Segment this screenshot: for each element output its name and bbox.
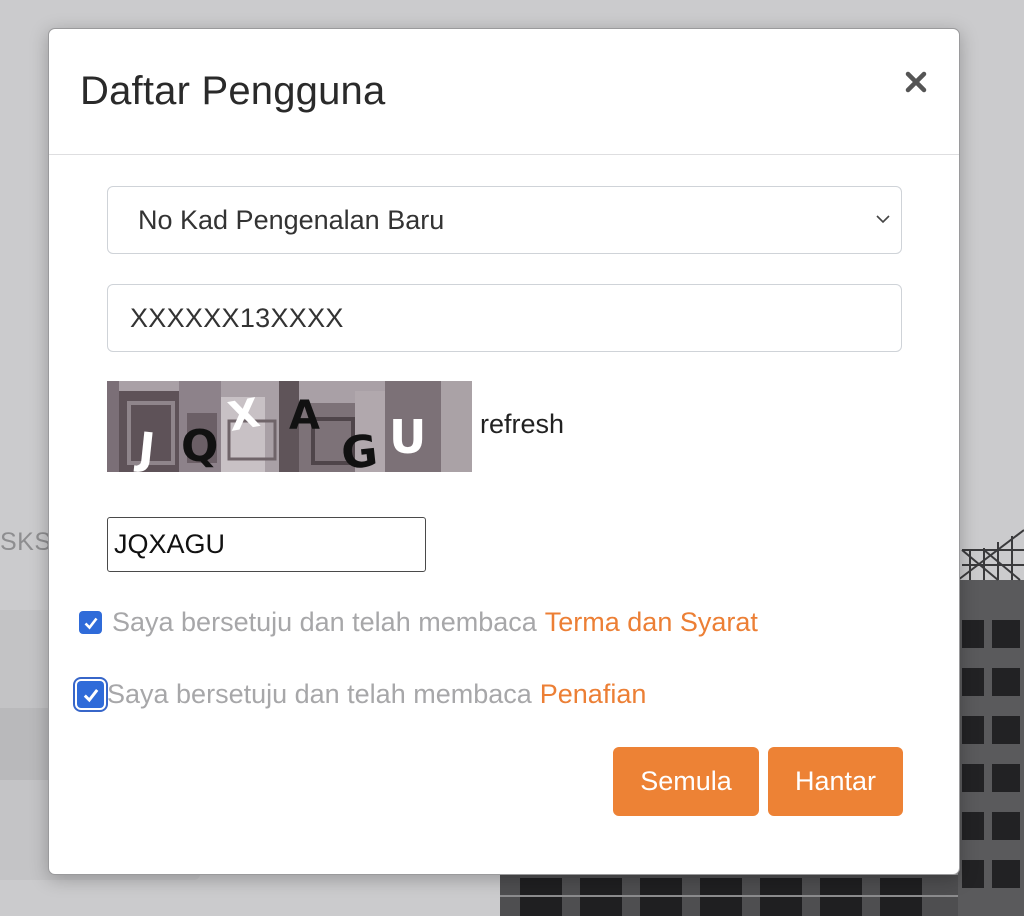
checkmark-icon (84, 617, 98, 629)
reset-button[interactable]: Semula (613, 747, 759, 816)
chevron-down-icon (876, 215, 890, 224)
disclaimer-link[interactable]: Penafian (540, 679, 647, 710)
close-button[interactable] (901, 67, 931, 97)
close-icon (905, 71, 927, 93)
terms-link[interactable]: Terma dan Syarat (545, 607, 758, 638)
background-text: SKS (0, 528, 52, 556)
captcha-char: Q (181, 421, 218, 472)
terms-label: Saya bersetuju dan telah membaca (112, 607, 537, 637)
captcha-char: U (389, 410, 426, 464)
captcha-image: J Q X A G U (107, 381, 472, 472)
terms-agreement-row: Saya bersetuju dan telah membaca Terma d… (77, 607, 758, 638)
terms-checkbox[interactable] (79, 611, 102, 634)
captcha-input[interactable]: JQXAGU (107, 517, 426, 572)
id-number-input[interactable]: XXXXXX13XXXX (107, 284, 902, 352)
id-number-value: XXXXXX13XXXX (130, 302, 344, 333)
id-type-selected-value: No Kad Pengenalan Baru (138, 204, 445, 235)
captcha-refresh-link[interactable]: refresh (480, 409, 564, 440)
captcha-char: A (289, 393, 320, 439)
modal-header: Daftar Pengguna (49, 29, 959, 155)
modal-title: Daftar Pengguna (80, 69, 386, 113)
register-user-modal: Daftar Pengguna No Kad Pengenalan Baru X… (48, 28, 960, 875)
submit-button[interactable]: Hantar (768, 747, 903, 816)
checkmark-icon (83, 688, 98, 702)
id-type-select[interactable]: No Kad Pengenalan Baru (107, 186, 902, 254)
disclaimer-checkbox[interactable] (77, 681, 104, 708)
disclaimer-agreement-row: Saya bersetuju dan telah membaca Penafia… (77, 679, 646, 710)
captcha-input-value: JQXAGU (114, 529, 226, 559)
background-panel (0, 610, 52, 708)
captcha-char: G (339, 425, 380, 472)
disclaimer-label: Saya bersetuju dan telah membaca (107, 679, 532, 709)
background-panel (0, 708, 52, 780)
